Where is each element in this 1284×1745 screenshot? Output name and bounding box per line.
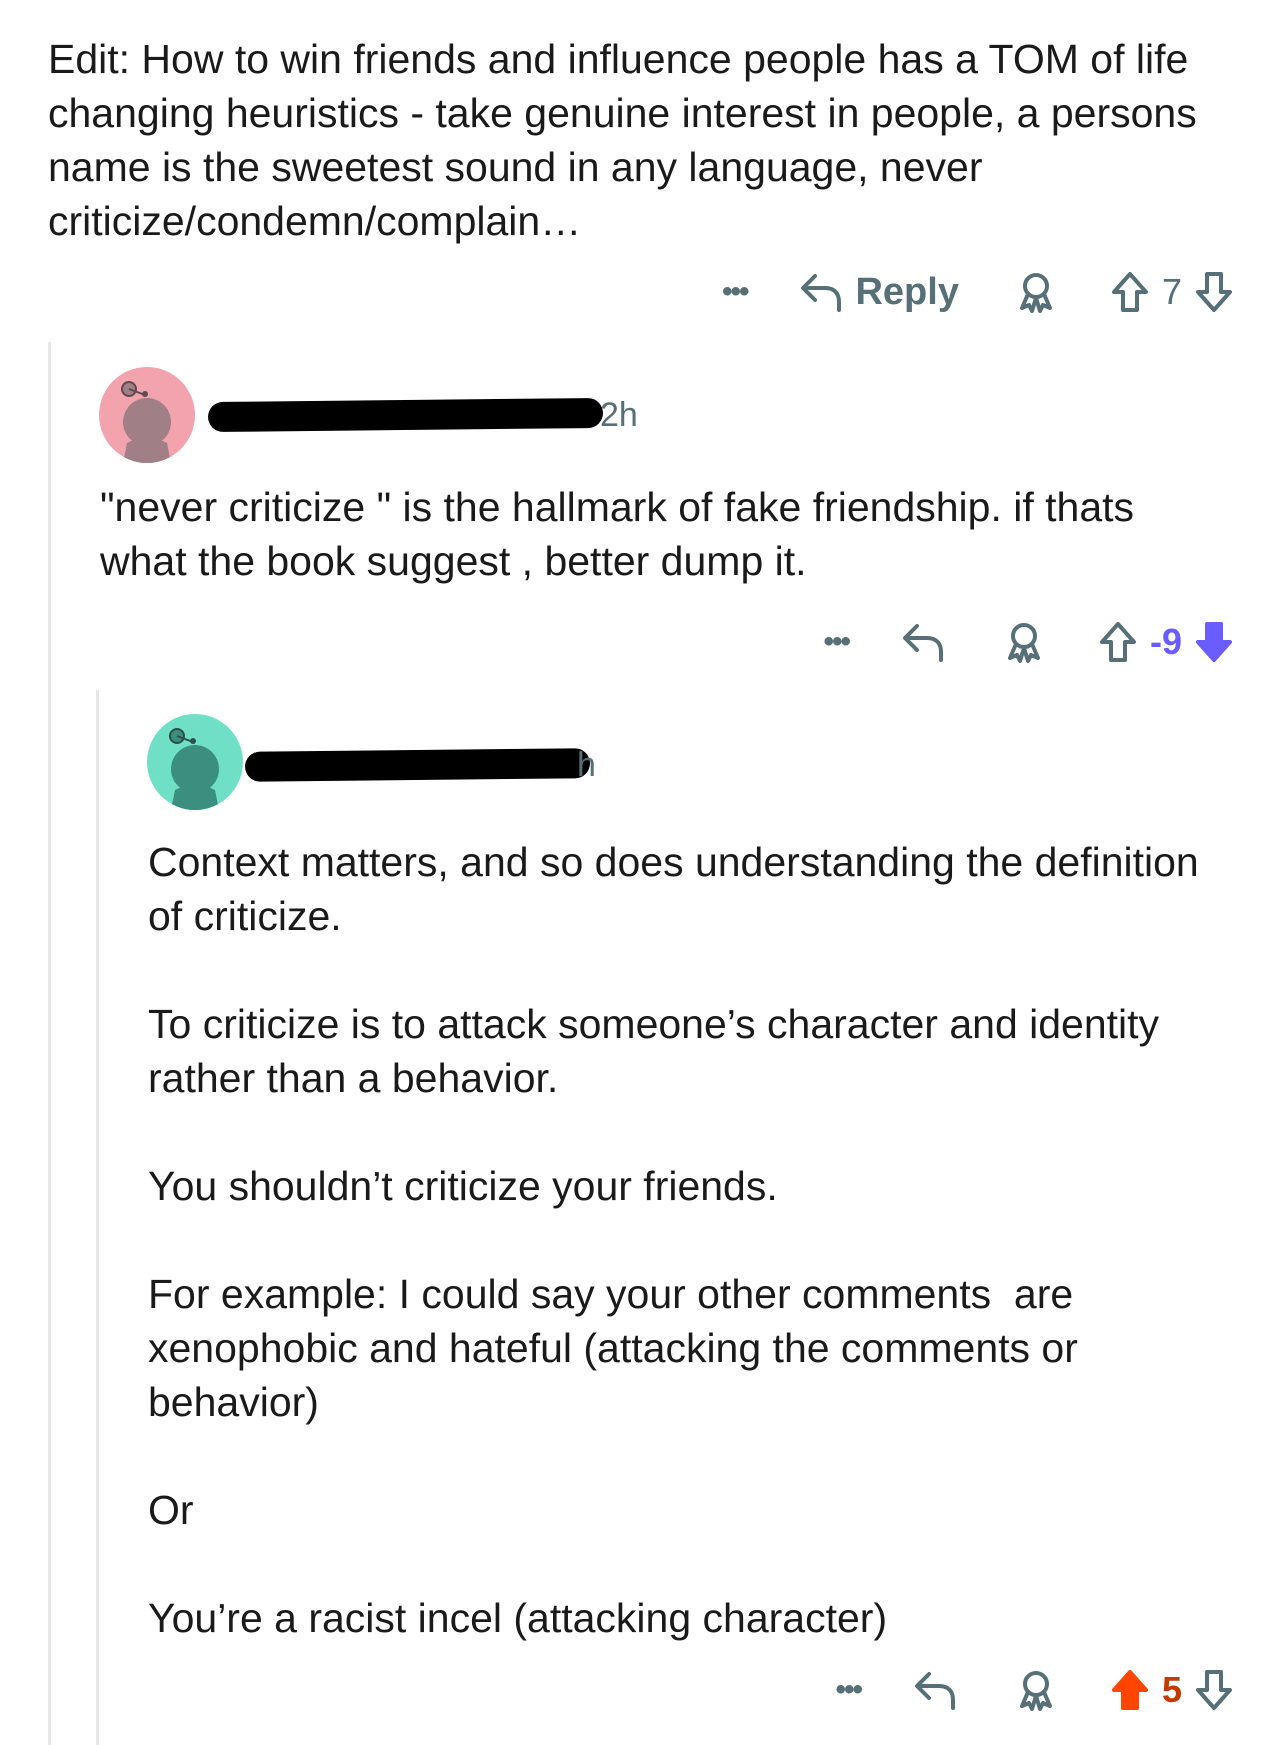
- award-button[interactable]: [1014, 1668, 1058, 1712]
- reply-2-actions: ••• 5: [835, 1660, 1236, 1720]
- snoo-avatar-icon: [121, 381, 171, 463]
- comment-paragraph: Or: [148, 1487, 194, 1533]
- downvote-icon[interactable]: [1192, 1668, 1236, 1712]
- vote-score: 5: [1161, 1669, 1182, 1710]
- reply-icon: [914, 1672, 955, 1710]
- reply-1-actions: ••• -9: [823, 612, 1236, 672]
- reply-2-body: Context matters, and so does understandi…: [148, 835, 1238, 1645]
- award-icon: [1019, 1671, 1052, 1711]
- reply-1-body: "never criticize " is the hallmark of fa…: [100, 480, 1220, 588]
- more-options-button[interactable]: •••: [823, 625, 850, 659]
- reply-icon: [801, 274, 842, 312]
- downvote-icon[interactable]: [1192, 620, 1236, 664]
- upvote-icon[interactable]: [1108, 1668, 1152, 1712]
- vote-group: -9: [1096, 620, 1236, 664]
- comment-text: "never criticize " is the hallmark of fa…: [100, 484, 1146, 584]
- award-button[interactable]: [1014, 270, 1058, 314]
- comment-paragraph: You’re a racist incel (attacking charact…: [148, 1595, 888, 1641]
- upvote-icon[interactable]: [1108, 270, 1152, 314]
- redacted-username: [244, 748, 591, 782]
- comment-timestamp: 2h: [600, 396, 638, 434]
- avatar[interactable]: [147, 714, 243, 810]
- thread-line[interactable]: [48, 342, 51, 1745]
- thread-line-nested[interactable]: [96, 690, 99, 1745]
- comment-paragraph: You shouldn’t criticize your friends.: [148, 1163, 778, 1209]
- redacted-username: [207, 397, 604, 433]
- vote-group: 7: [1108, 270, 1236, 314]
- comment-text: Edit: How to win friends and influence p…: [48, 36, 1209, 244]
- more-options-button[interactable]: •••: [835, 1673, 862, 1707]
- comment-paragraph: Context matters, and so does understandi…: [148, 839, 1211, 939]
- reply-button[interactable]: [899, 620, 947, 664]
- reply-label: Reply: [855, 270, 959, 313]
- comment-paragraph: For example: I could say your other comm…: [148, 1271, 1090, 1425]
- award-icon: [1019, 273, 1052, 313]
- reply-button[interactable]: [911, 1668, 959, 1712]
- reply-icon: [902, 624, 943, 662]
- more-options-button[interactable]: •••: [722, 275, 749, 309]
- award-button[interactable]: [1002, 620, 1046, 664]
- upvote-icon[interactable]: [1096, 620, 1140, 664]
- top-comment-actions: ••• Reply 7: [722, 262, 1236, 322]
- avatar[interactable]: [99, 367, 195, 463]
- comment-paragraph: To criticize is to attack someone’s char…: [148, 1001, 1171, 1101]
- top-comment-body: Edit: How to win friends and influence p…: [48, 32, 1248, 248]
- snoo-avatar-icon: [169, 728, 219, 810]
- vote-score: 7: [1161, 271, 1182, 312]
- vote-score: -9: [1149, 621, 1182, 662]
- award-icon: [1007, 623, 1040, 663]
- downvote-icon[interactable]: [1192, 270, 1236, 314]
- vote-group: 5: [1108, 1668, 1236, 1712]
- comment-timestamp: h: [577, 746, 596, 784]
- reply-button[interactable]: Reply: [797, 270, 959, 314]
